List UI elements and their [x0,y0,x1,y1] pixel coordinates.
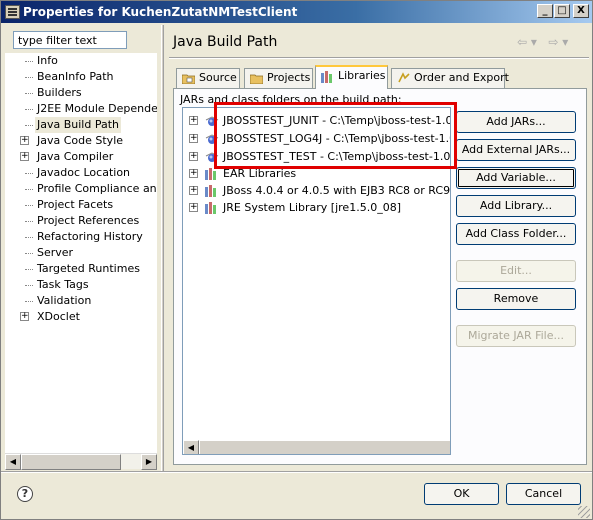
tree-item-project-references[interactable]: Project References [5,213,157,229]
add-library-button[interactable]: Add Library... [456,195,576,217]
expand-icon[interactable]: + [189,116,198,125]
history-nav: ⇦ ▾ ⇨ ▾ [517,35,568,49]
close-button[interactable]: X [573,4,589,18]
expand-icon[interactable]: + [189,152,198,161]
scroll-left-icon[interactable]: ◀ [183,440,199,454]
tree-item-builders[interactable]: Builders [5,85,157,101]
minimize-button[interactable]: _ [537,4,553,18]
footer-separator [1,471,592,473]
cancel-button[interactable]: Cancel [506,483,581,505]
remove-button[interactable]: Remove [456,288,576,310]
tree-item-refactoring-history[interactable]: Refactoring History [5,229,157,245]
order-export-icon [398,72,410,83]
maximize-button[interactable]: □ [554,4,570,18]
tab-source[interactable]: Source [176,68,240,88]
expand-icon[interactable]: + [20,312,29,321]
library-item[interactable]: + EAR Libraries [183,165,450,182]
library-icon [205,202,216,214]
window-title: Properties for KuchenZutatNMTestClient [23,5,298,19]
library-item[interactable]: + JBOSSTEST_TEST - C:\Temp\jboss-test-1.… [183,148,450,165]
tab-order-and-export[interactable]: Order and Export [391,68,509,88]
expand-icon[interactable]: + [189,186,198,195]
tree-item-project-facets[interactable]: Project Facets [5,197,157,213]
scroll-right-icon[interactable]: ▶ [141,454,157,470]
help-icon[interactable]: ? [17,486,33,502]
tree-item-javadoc-location[interactable]: Javadoc Location [5,165,157,181]
panel-sash[interactable] [161,25,164,471]
library-icon [205,185,216,197]
library-horizontal-scrollbar[interactable]: ◀ ▶ [183,440,450,454]
edit-button[interactable]: Edit... [456,260,576,282]
add-class-folder-button[interactable]: Add Class Folder... [456,223,576,245]
tree-item-java-build-path[interactable]: Java Build Path [5,117,157,133]
properties-dialog: Properties for KuchenZutatNMTestClient _… [0,0,593,520]
filter-input[interactable] [13,31,127,49]
tree-horizontal-scrollbar[interactable]: ◀ ▶ [5,453,157,470]
property-page-tree: Info BeanInfo Path Builders J2EE Module … [5,53,157,469]
tree-item-java-code-style[interactable]: + Java Code Style [5,133,157,149]
scroll-thumb[interactable] [21,454,121,470]
tree-item-task-tags[interactable]: Task Tags [5,277,157,293]
tree-item-j2ee-module-dependencies[interactable]: J2EE Module Dependenci [5,101,157,117]
title-bar: Properties for KuchenZutatNMTestClient _… [1,1,592,23]
migrate-jar-file-button[interactable]: Migrate JAR File... [456,325,576,347]
back-arrow-icon[interactable]: ⇦ ▾ [517,35,537,49]
expand-icon[interactable]: + [20,152,29,161]
ok-button[interactable]: OK [424,483,499,505]
variable-jar-icon [205,116,219,126]
scroll-left-icon[interactable]: ◀ [5,454,21,470]
library-item[interactable]: + JBOSSTEST_JUNIT - C:\Temp\jboss-test-1… [183,112,450,129]
libraries-icon [321,71,332,83]
page-title: Java Build Path [173,34,278,50]
source-folder-icon [182,74,195,84]
forward-arrow-icon[interactable]: ⇨ ▾ [548,35,568,49]
tree-item-beaninfo-path[interactable]: BeanInfo Path [5,69,157,85]
library-item[interactable]: + JRE System Library [jre1.5.0_08] [183,199,450,216]
expand-icon[interactable]: + [189,134,198,143]
properties-icon [5,5,20,19]
variable-jar-icon [205,134,219,144]
tree-item-profile-compliance[interactable]: Profile Compliance and Va [5,181,157,197]
expand-icon[interactable]: + [189,203,198,212]
tree-item-xdoclet[interactable]: + XDoclet [5,309,157,325]
tab-libraries[interactable]: Libraries [315,65,388,89]
tree-item-validation[interactable]: Validation [5,293,157,309]
expand-icon[interactable]: + [189,169,198,178]
tree-item-targeted-runtimes[interactable]: Targeted Runtimes [5,261,157,277]
tree-item-java-compiler[interactable]: + Java Compiler [5,149,157,165]
add-jars-button[interactable]: Add JARs... [456,111,576,133]
variable-jar-icon [205,152,219,162]
tab-projects[interactable]: Projects [244,68,313,88]
scroll-thumb[interactable] [199,440,450,454]
add-external-jars-button[interactable]: Add External JARs... [456,139,576,161]
add-variable-button[interactable]: Add Variable... [456,167,576,189]
header-separator [169,57,589,59]
projects-folder-icon [250,74,263,84]
tree-item-server[interactable]: Server [5,245,157,261]
library-item[interactable]: + JBoss 4.0.4 or 4.0.5 with EJB3 RC8 or … [183,182,450,199]
tree-item-info[interactable]: Info [5,53,157,69]
library-icon [205,168,216,180]
left-panel: Info BeanInfo Path Builders J2EE Module … [5,25,159,469]
build-path-label: JARs and class folders on the build path… [180,93,402,106]
library-item[interactable]: + JBOSSTEST_LOG4J - C:\Temp\jboss-test-1… [183,130,450,147]
resize-grip-icon[interactable] [578,506,590,518]
library-tree: + JBOSSTEST_JUNIT - C:\Temp\jboss-test-1… [182,107,451,455]
expand-icon[interactable]: + [20,136,29,145]
